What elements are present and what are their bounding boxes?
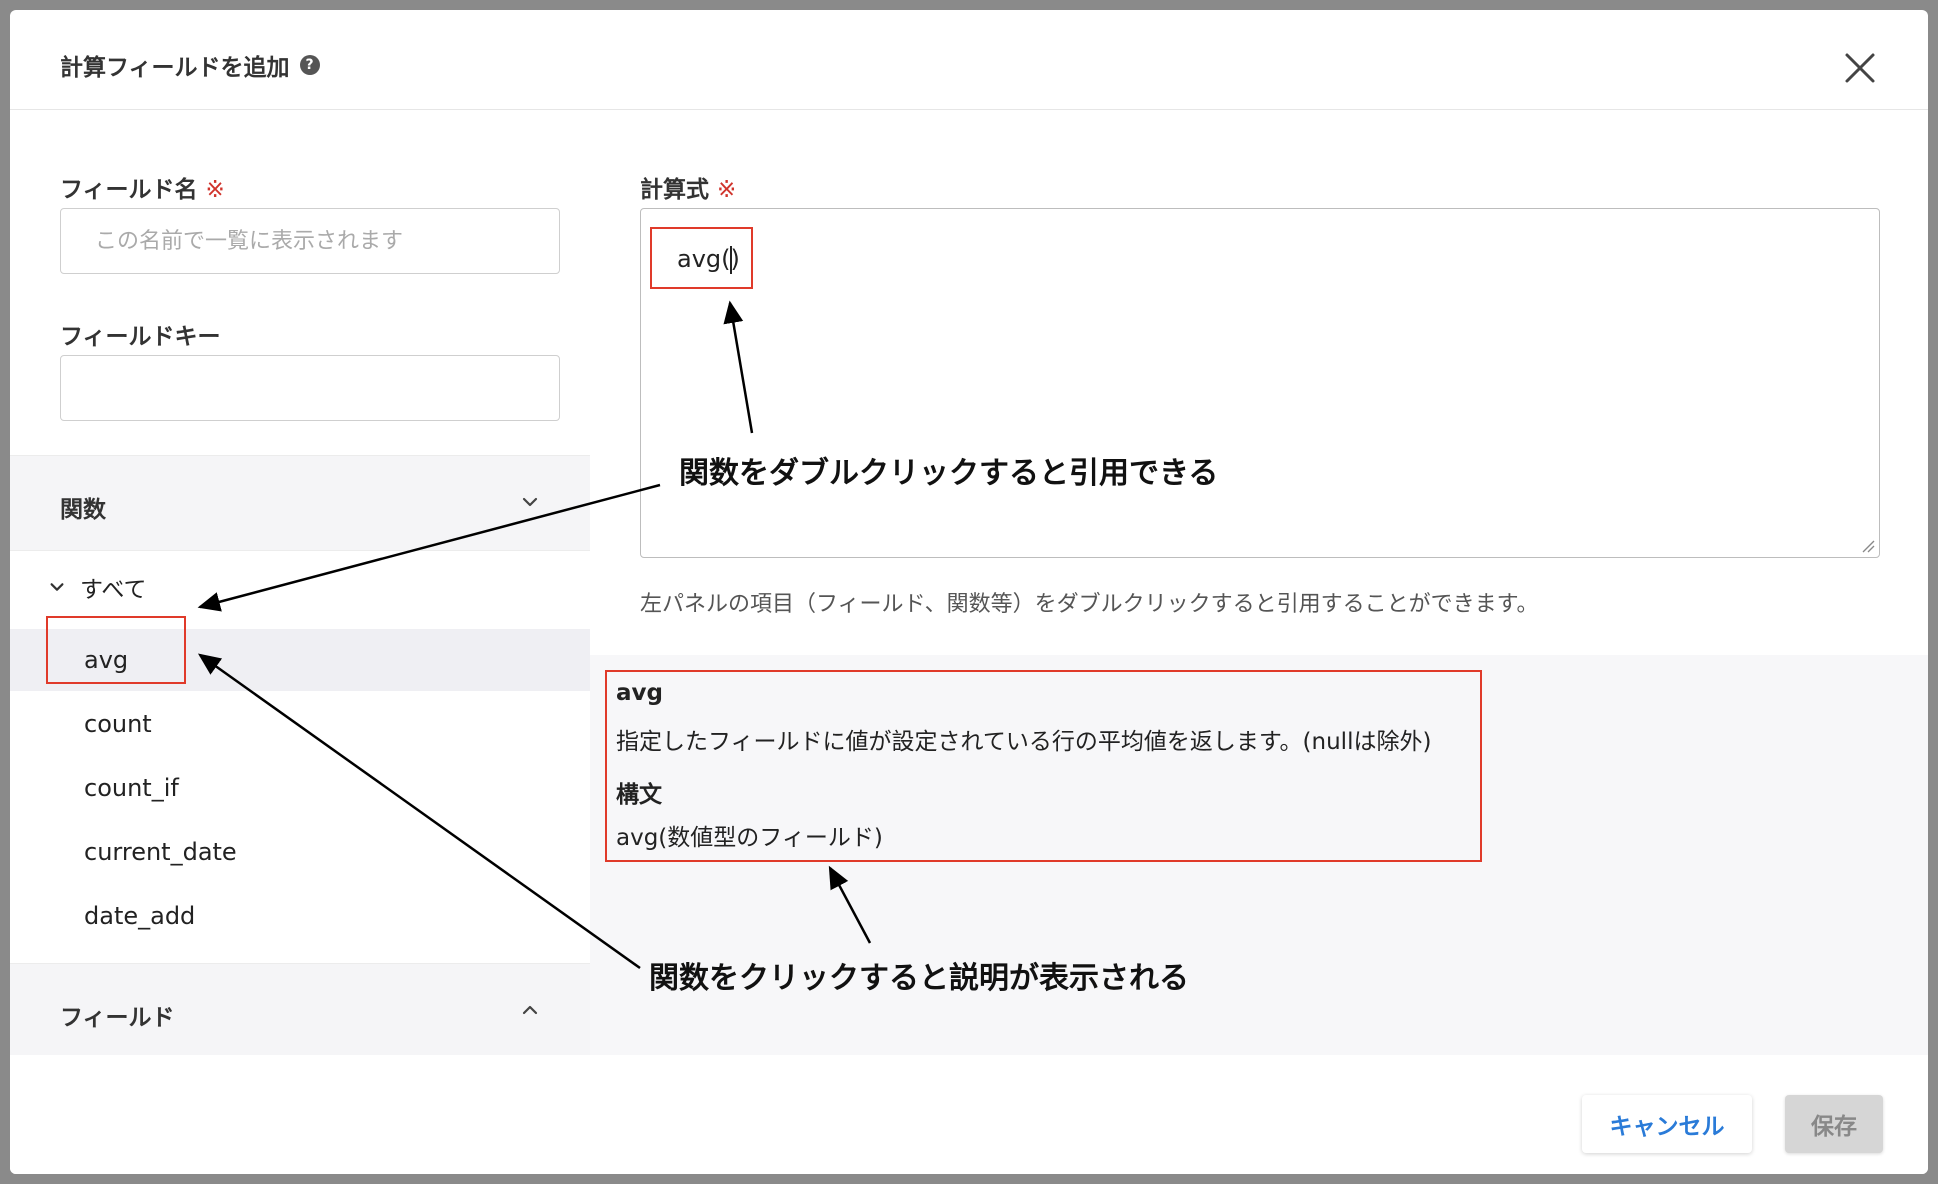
dialog-title: 計算フィールドを追加 ? xyxy=(60,48,320,82)
formula-value: avg() xyxy=(677,245,740,274)
required-mark: ※ xyxy=(205,177,225,203)
formula-hint: 左パネルの項目（フィールド、関数等）をダブルクリックすると引用することができます… xyxy=(640,592,1539,617)
resize-handle-icon[interactable] xyxy=(1859,537,1875,553)
formula-label: 計算式 ※ xyxy=(640,170,736,204)
all-group-header[interactable]: すべて xyxy=(48,570,146,604)
formula-text-before-caret: avg( xyxy=(677,245,731,273)
add-calculated-field-dialog: 計算フィールドを追加 ? フィールド名 ※ フィールドキー 関数 すべて avg … xyxy=(10,10,1928,1174)
field-key-input[interactable] xyxy=(60,355,560,421)
annotation-click: 関数をクリックすると説明が表示される xyxy=(645,953,1193,997)
field-name-label-text: フィールド名 xyxy=(60,177,198,203)
required-mark: ※ xyxy=(717,177,737,203)
function-item-current-date[interactable]: current_date xyxy=(10,821,590,883)
fields-section-header[interactable]: フィールド xyxy=(10,963,590,1059)
dialog-header: 計算フィールドを追加 ? xyxy=(10,10,1928,110)
function-item-date-add[interactable]: date_add xyxy=(10,885,590,947)
description-text: 指定したフィールドに値が設定されている行の平均値を返します。(nullは除外) xyxy=(616,729,1432,755)
chevron-down-icon xyxy=(522,497,538,507)
function-item-count-if[interactable]: count_if xyxy=(10,757,590,819)
close-icon[interactable] xyxy=(1842,50,1878,86)
all-group-label: すべて xyxy=(80,577,147,603)
field-key-label: フィールドキー xyxy=(60,324,221,350)
help-icon[interactable]: ? xyxy=(299,55,320,75)
description-syntax-label: 構文 xyxy=(616,782,662,808)
save-button[interactable]: 保存 xyxy=(1785,1095,1883,1153)
cancel-button[interactable]: キャンセル xyxy=(1582,1095,1752,1153)
functions-section-label: 関数 xyxy=(60,497,106,523)
function-item-avg[interactable]: avg xyxy=(10,629,590,691)
field-name-input[interactable] xyxy=(60,208,560,274)
formula-label-text: 計算式 xyxy=(640,177,709,203)
field-name-label: フィールド名 ※ xyxy=(60,170,225,204)
fields-section-label: フィールド xyxy=(60,1005,175,1031)
chevron-up-icon xyxy=(522,1005,538,1015)
formula-text-after-caret: ) xyxy=(730,245,740,273)
functions-section-header[interactable]: 関数 xyxy=(10,455,590,551)
description-function-name: avg xyxy=(616,680,663,706)
annotation-double-click: 関数をダブルクリックすると引用できる xyxy=(675,448,1223,492)
formula-textarea[interactable]: avg() xyxy=(640,208,1880,558)
function-panel: 関数 すべて avg count count_if current_date d… xyxy=(10,455,590,1059)
function-item-count[interactable]: count xyxy=(10,693,590,755)
description-syntax: avg(数値型のフィールド) xyxy=(616,825,883,851)
chevron-down-icon xyxy=(50,583,64,591)
dialog-title-text: 計算フィールドを追加 xyxy=(60,55,290,81)
